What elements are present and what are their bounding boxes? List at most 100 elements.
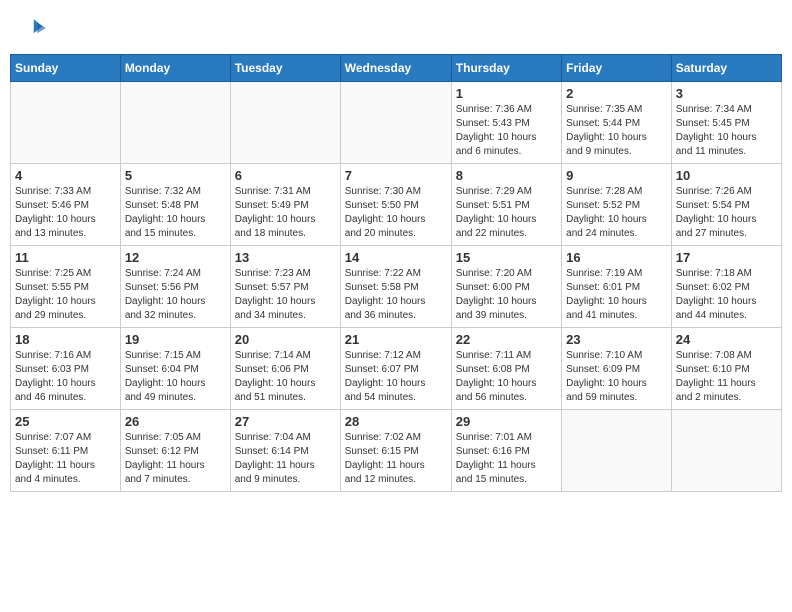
day-info: Sunrise: 7:05 AM Sunset: 6:12 PM Dayligh… xyxy=(125,431,226,487)
calendar-header-row: SundayMondayTuesdayWednesdayThursdayFrid… xyxy=(11,55,782,82)
day-number: 26 xyxy=(125,414,226,429)
calendar-cell xyxy=(562,410,672,492)
day-info: Sunrise: 7:20 AM Sunset: 6:00 PM Dayligh… xyxy=(456,267,557,323)
day-info: Sunrise: 7:01 AM Sunset: 6:16 PM Dayligh… xyxy=(456,431,557,487)
day-info: Sunrise: 7:16 AM Sunset: 6:03 PM Dayligh… xyxy=(15,349,116,405)
day-number: 29 xyxy=(456,414,557,429)
day-number: 10 xyxy=(676,168,777,183)
day-info: Sunrise: 7:24 AM Sunset: 5:56 PM Dayligh… xyxy=(125,267,226,323)
day-info: Sunrise: 7:36 AM Sunset: 5:43 PM Dayligh… xyxy=(456,103,557,159)
calendar-cell: 10 Sunrise: 7:26 AM Sunset: 5:54 PM Dayli… xyxy=(671,164,781,246)
day-number: 1 xyxy=(456,86,557,101)
day-info: Sunrise: 7:15 AM Sunset: 6:04 PM Dayligh… xyxy=(125,349,226,405)
calendar-cell: 18 Sunrise: 7:16 AM Sunset: 6:03 PM Dayli… xyxy=(11,328,121,410)
day-number: 25 xyxy=(15,414,116,429)
day-number: 15 xyxy=(456,250,557,265)
calendar-cell: 20 Sunrise: 7:14 AM Sunset: 6:06 PM Dayli… xyxy=(230,328,340,410)
day-number: 5 xyxy=(125,168,226,183)
calendar-cell: 13 Sunrise: 7:23 AM Sunset: 5:57 PM Dayli… xyxy=(230,246,340,328)
day-info: Sunrise: 7:08 AM Sunset: 6:10 PM Dayligh… xyxy=(676,349,777,405)
calendar-cell: 29 Sunrise: 7:01 AM Sunset: 6:16 PM Dayli… xyxy=(451,410,561,492)
day-header-thursday: Thursday xyxy=(451,55,561,82)
calendar-cell xyxy=(230,82,340,164)
day-info: Sunrise: 7:11 AM Sunset: 6:08 PM Dayligh… xyxy=(456,349,557,405)
calendar-cell: 27 Sunrise: 7:04 AM Sunset: 6:14 PM Dayli… xyxy=(230,410,340,492)
day-info: Sunrise: 7:23 AM Sunset: 5:57 PM Dayligh… xyxy=(235,267,336,323)
day-info: Sunrise: 7:28 AM Sunset: 5:52 PM Dayligh… xyxy=(566,185,667,241)
day-header-wednesday: Wednesday xyxy=(340,55,451,82)
calendar-cell: 11Sunrise: 7:25 AM Sunset: 5:55 PM Dayli… xyxy=(11,246,121,328)
page-header xyxy=(10,10,782,46)
day-number: 18 xyxy=(15,332,116,347)
day-number: 27 xyxy=(235,414,336,429)
day-number: 17 xyxy=(676,250,777,265)
day-info: Sunrise: 7:26 AM Sunset: 5:54 PM Dayligh… xyxy=(676,185,777,241)
calendar-week-4: 18 Sunrise: 7:16 AM Sunset: 6:03 PM Dayli… xyxy=(11,328,782,410)
day-info: Sunrise: 7:30 AM Sunset: 5:50 PM Dayligh… xyxy=(345,185,447,241)
calendar-week-5: 25 Sunrise: 7:07 AM Sunset: 6:11 PM Dayli… xyxy=(11,410,782,492)
calendar-cell xyxy=(671,410,781,492)
calendar-cell: 25 Sunrise: 7:07 AM Sunset: 6:11 PM Dayli… xyxy=(11,410,121,492)
calendar-cell: 9 Sunrise: 7:28 AM Sunset: 5:52 PM Daylig… xyxy=(562,164,672,246)
calendar-cell: 17 Sunrise: 7:18 AM Sunset: 6:02 PM Dayli… xyxy=(671,246,781,328)
day-number: 21 xyxy=(345,332,447,347)
calendar-cell: 3Sunrise: 7:34 AM Sunset: 5:45 PM Daylig… xyxy=(671,82,781,164)
calendar-week-2: 4 Sunrise: 7:33 AM Sunset: 5:46 PM Daylig… xyxy=(11,164,782,246)
calendar-cell: 6Sunrise: 7:31 AM Sunset: 5:49 PM Daylig… xyxy=(230,164,340,246)
day-info: Sunrise: 7:12 AM Sunset: 6:07 PM Dayligh… xyxy=(345,349,447,405)
logo xyxy=(18,14,52,42)
day-header-friday: Friday xyxy=(562,55,672,82)
day-number: 2 xyxy=(566,86,667,101)
day-info: Sunrise: 7:07 AM Sunset: 6:11 PM Dayligh… xyxy=(15,431,116,487)
day-info: Sunrise: 7:18 AM Sunset: 6:02 PM Dayligh… xyxy=(676,267,777,323)
day-header-tuesday: Tuesday xyxy=(230,55,340,82)
day-header-monday: Monday xyxy=(120,55,230,82)
calendar-cell: 14 Sunrise: 7:22 AM Sunset: 5:58 PM Dayli… xyxy=(340,246,451,328)
calendar-cell: 12 Sunrise: 7:24 AM Sunset: 5:56 PM Dayli… xyxy=(120,246,230,328)
day-info: Sunrise: 7:29 AM Sunset: 5:51 PM Dayligh… xyxy=(456,185,557,241)
calendar-cell: 21 Sunrise: 7:12 AM Sunset: 6:07 PM Dayli… xyxy=(340,328,451,410)
day-number: 19 xyxy=(125,332,226,347)
day-number: 20 xyxy=(235,332,336,347)
calendar-cell: 5Sunrise: 7:32 AM Sunset: 5:48 PM Daylig… xyxy=(120,164,230,246)
day-info: Sunrise: 7:10 AM Sunset: 6:09 PM Dayligh… xyxy=(566,349,667,405)
day-info: Sunrise: 7:04 AM Sunset: 6:14 PM Dayligh… xyxy=(235,431,336,487)
calendar-week-1: 1 Sunrise: 7:36 AM Sunset: 5:43 PM Daylig… xyxy=(11,82,782,164)
calendar-cell: 22 Sunrise: 7:11 AM Sunset: 6:08 PM Dayli… xyxy=(451,328,561,410)
day-number: 9 xyxy=(566,168,667,183)
calendar-cell: 8 Sunrise: 7:29 AM Sunset: 5:51 PM Daylig… xyxy=(451,164,561,246)
calendar-cell: 23 Sunrise: 7:10 AM Sunset: 6:09 PM Dayli… xyxy=(562,328,672,410)
day-number: 22 xyxy=(456,332,557,347)
calendar-cell: 1 Sunrise: 7:36 AM Sunset: 5:43 PM Daylig… xyxy=(451,82,561,164)
calendar-cell xyxy=(340,82,451,164)
calendar-cell: 24 Sunrise: 7:08 AM Sunset: 6:10 PM Dayli… xyxy=(671,328,781,410)
calendar-table: SundayMondayTuesdayWednesdayThursdayFrid… xyxy=(10,54,782,492)
calendar-cell: 4 Sunrise: 7:33 AM Sunset: 5:46 PM Daylig… xyxy=(11,164,121,246)
day-header-sunday: Sunday xyxy=(11,55,121,82)
calendar-cell: 19 Sunrise: 7:15 AM Sunset: 6:04 PM Dayli… xyxy=(120,328,230,410)
day-info: Sunrise: 7:22 AM Sunset: 5:58 PM Dayligh… xyxy=(345,267,447,323)
day-info: Sunrise: 7:02 AM Sunset: 6:15 PM Dayligh… xyxy=(345,431,447,487)
day-number: 7 xyxy=(345,168,447,183)
day-header-saturday: Saturday xyxy=(671,55,781,82)
day-info: Sunrise: 7:14 AM Sunset: 6:06 PM Dayligh… xyxy=(235,349,336,405)
calendar-cell xyxy=(11,82,121,164)
day-number: 24 xyxy=(676,332,777,347)
calendar-cell: 28 Sunrise: 7:02 AM Sunset: 6:15 PM Dayli… xyxy=(340,410,451,492)
day-number: 12 xyxy=(125,250,226,265)
day-number: 4 xyxy=(15,168,116,183)
day-number: 8 xyxy=(456,168,557,183)
calendar-week-3: 11Sunrise: 7:25 AM Sunset: 5:55 PM Dayli… xyxy=(11,246,782,328)
day-number: 3 xyxy=(676,86,777,101)
day-info: Sunrise: 7:19 AM Sunset: 6:01 PM Dayligh… xyxy=(566,267,667,323)
day-number: 6 xyxy=(235,168,336,183)
calendar-cell: 26 Sunrise: 7:05 AM Sunset: 6:12 PM Dayli… xyxy=(120,410,230,492)
calendar-cell xyxy=(120,82,230,164)
day-number: 14 xyxy=(345,250,447,265)
logo-icon xyxy=(18,14,46,42)
day-number: 13 xyxy=(235,250,336,265)
day-number: 28 xyxy=(345,414,447,429)
day-number: 23 xyxy=(566,332,667,347)
calendar-cell: 15 Sunrise: 7:20 AM Sunset: 6:00 PM Dayli… xyxy=(451,246,561,328)
day-info: Sunrise: 7:33 AM Sunset: 5:46 PM Dayligh… xyxy=(15,185,116,241)
